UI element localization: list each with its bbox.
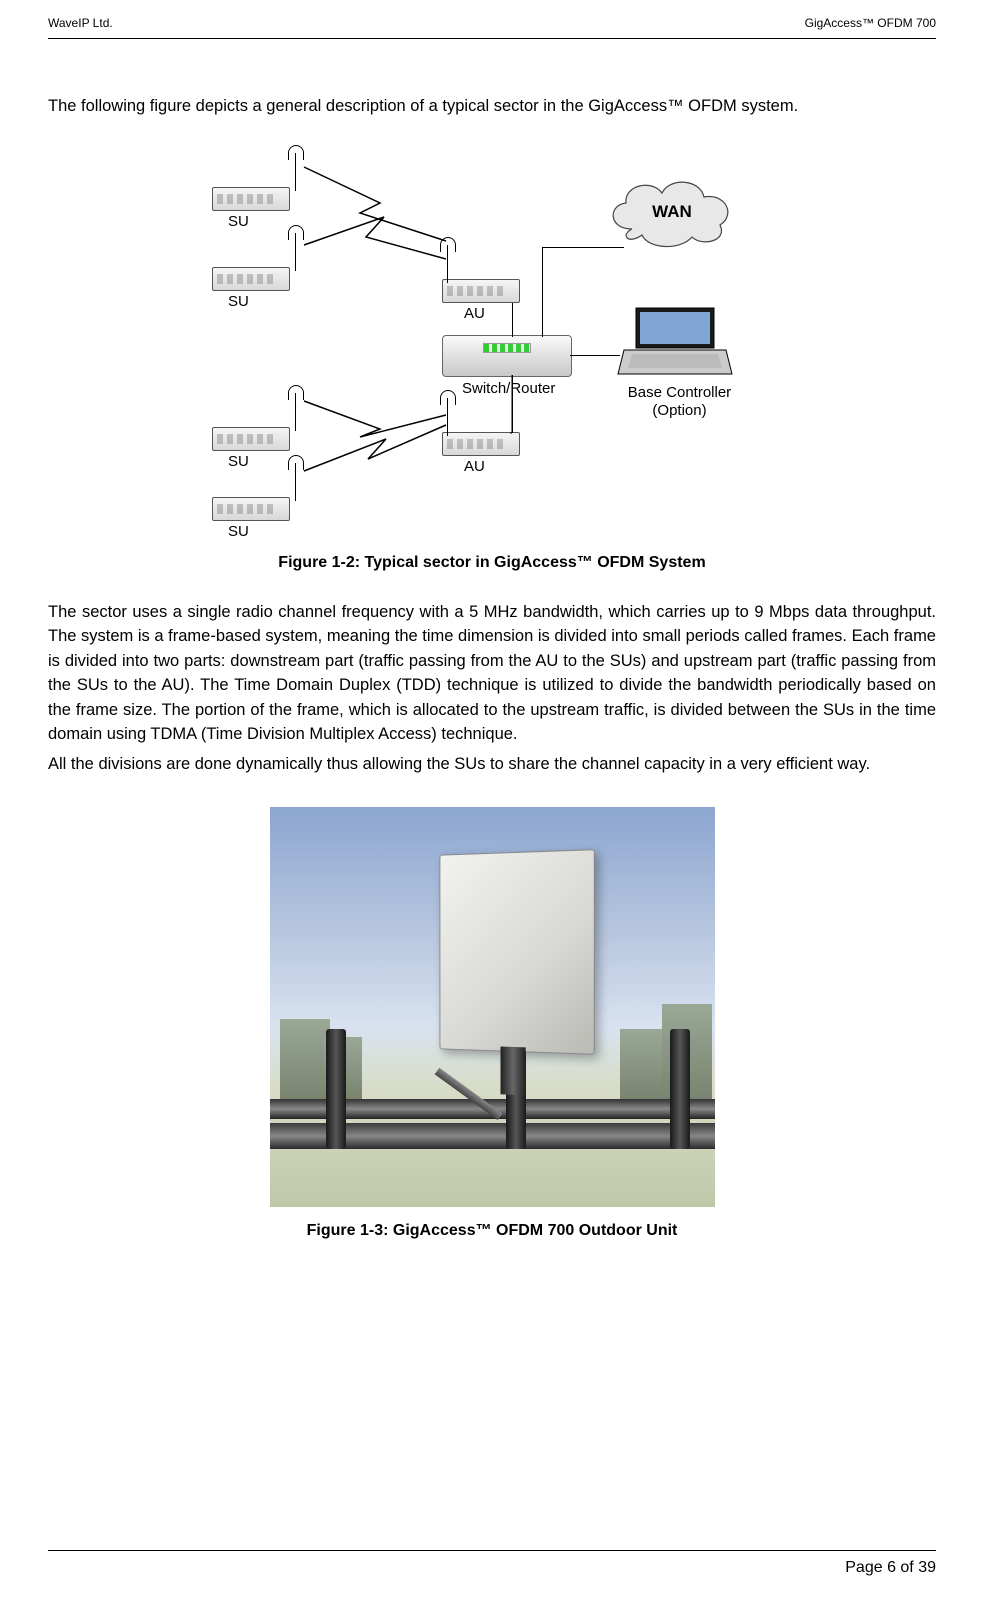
outdoor-unit-photo [270, 807, 715, 1207]
switch-router-label: Switch/Router [462, 380, 555, 397]
page-header: WaveIP Ltd. GigAccess™ OFDM 700 [48, 16, 936, 39]
su-device-1 [212, 187, 290, 211]
intro-paragraph: The following figure depicts a general d… [48, 95, 936, 119]
laptop-icon [614, 302, 734, 382]
sector-diagram: SU SU AU Switch/Router SU S [212, 147, 772, 537]
page-number: Page 6 of 39 [845, 1559, 936, 1576]
post-shape [670, 1029, 690, 1149]
post-shape [326, 1029, 346, 1149]
connector-line [512, 303, 513, 337]
su-device-3 [212, 427, 290, 451]
su-label-3: SU [228, 453, 249, 470]
figure-1-3-caption: Figure 1-3: GigAccess™ OFDM 700 Outdoor … [48, 1222, 936, 1240]
wan-cloud-icon: WAN [602, 173, 742, 249]
au-label-2: AU [464, 458, 485, 475]
page-footer: Page 6 of 39 [48, 1550, 936, 1577]
wan-label: WAN [652, 202, 692, 221]
base-controller-label: Base Controller (Option) [617, 384, 742, 420]
building-shape [280, 1019, 330, 1099]
building-shape [620, 1029, 666, 1099]
body-paragraph-1: The sector uses a single radio channel f… [48, 600, 936, 746]
figure-1-3-wrap: Figure 1-3: GigAccess™ OFDM 700 Outdoor … [48, 807, 936, 1240]
connector-line [542, 247, 543, 337]
lightning-icon [300, 395, 450, 505]
figure-1-2-wrap: SU SU AU Switch/Router SU S [48, 147, 936, 572]
su-label-4: SU [228, 523, 249, 540]
connector-line [510, 375, 530, 437]
body-paragraph-2: All the divisions are done dynamically t… [48, 752, 936, 776]
connector-line [542, 247, 624, 248]
au-label-1: AU [464, 305, 485, 322]
su-device-4 [212, 497, 290, 521]
page-container: WaveIP Ltd. GigAccess™ OFDM 700 The foll… [0, 0, 984, 1597]
connector-line [512, 375, 513, 433]
su-device-2 [212, 267, 290, 291]
outdoor-unit-shape [439, 849, 594, 1055]
header-right: GigAccess™ OFDM 700 [805, 16, 936, 30]
switch-router-device [442, 335, 572, 377]
lightning-icon [300, 161, 450, 271]
su-label-1: SU [228, 213, 249, 230]
header-left: WaveIP Ltd. [48, 16, 113, 30]
connector-line [570, 355, 620, 356]
figure-1-2-caption: Figure 1-2: Typical sector in GigAccess™… [48, 554, 936, 572]
su-label-2: SU [228, 293, 249, 310]
